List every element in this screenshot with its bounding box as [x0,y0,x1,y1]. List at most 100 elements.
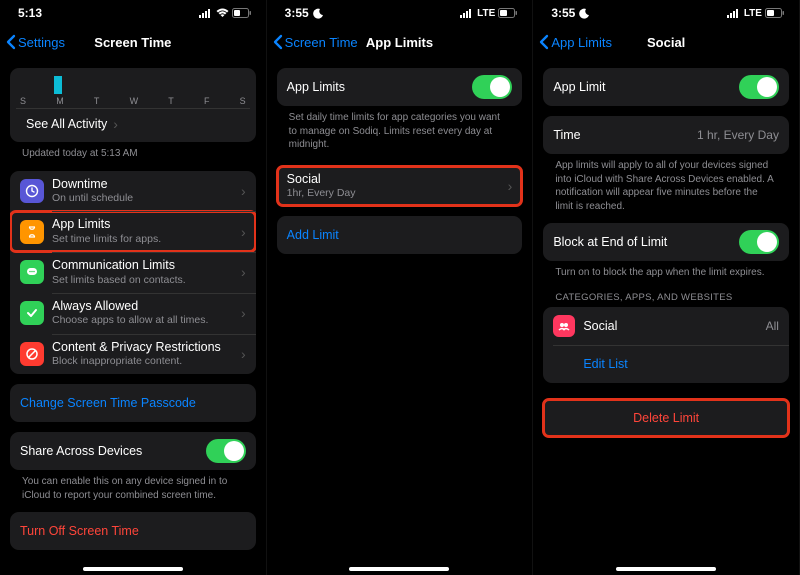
add-limit-group: Add Limit [277,216,523,254]
downtime-sub: On until schedule [52,192,235,205]
battery-icon [765,8,785,18]
block-group: Block at End of Limit [543,223,789,261]
always-allowed-row[interactable]: Always Allowed Choose apps to allow at a… [10,293,256,334]
dnd-moon-icon [313,8,324,19]
chart-day: F [204,96,210,106]
always-allowed-sub: Choose apps to allow at all times. [52,314,235,327]
screen-social-limit: 3:55 LTE App Limits Social App Limit Tim… [533,0,800,575]
turnoff-group: Turn Off Screen Time [10,512,256,550]
delete-limit-row[interactable]: Delete Limit [543,399,789,437]
home-indicator[interactable] [616,567,716,571]
time-footer: App limits will apply to all of your dev… [543,154,789,213]
downtime-row[interactable]: Downtime On until schedule › [10,171,256,212]
downtime-label: Downtime [52,177,235,193]
screen-screen-time: 5:13 Settings Screen Time S M T W T F [0,0,267,575]
navbar: Settings Screen Time [0,26,266,58]
share-toggle[interactable] [206,439,246,463]
back-button[interactable]: Settings [0,34,65,50]
app-limits-label: App Limits [52,217,235,233]
status-bar: 3:55 LTE [267,0,533,26]
social-category-icon [553,315,575,337]
activity-chart [20,74,246,94]
app-limit-label: App Limit [553,80,605,94]
social-category-row[interactable]: Social All [543,307,789,345]
time-value: 1 hr, Every Day [697,128,779,142]
time-group: Time 1 hr, Every Day [543,116,789,154]
change-passcode-row[interactable]: Change Screen Time Passcode [10,384,256,422]
app-limits-toggle-row[interactable]: App Limits [277,68,523,106]
content-privacy-label: Content & Privacy Restrictions [52,340,235,356]
chart-day-labels: S M T W T F S [16,96,250,108]
chart-bar [54,76,62,94]
chart-day: W [130,96,139,106]
social-label: Social [287,172,502,188]
edit-list-label: Edit List [583,357,627,371]
see-all-activity-label: See All Activity [26,117,107,131]
home-indicator[interactable] [349,567,449,571]
app-limits-sub: Set time limits for apps. [52,233,235,246]
communication-sub: Set limits based on contacts. [52,274,235,287]
app-limit-toggle-group: App Limit [543,68,789,106]
block-label: Block at End of Limit [553,235,667,249]
share-group: Share Across Devices [10,432,256,470]
content-privacy-sub: Block inappropriate content. [52,355,235,368]
home-indicator[interactable] [83,567,183,571]
add-limit-row[interactable]: Add Limit [277,216,523,254]
see-all-activity-row[interactable]: See All Activity › [16,108,250,138]
chevron-left-icon [273,34,283,50]
back-button[interactable]: Screen Time [267,34,358,50]
signal-icon [199,8,213,18]
chevron-left-icon [539,34,549,50]
chart-day: T [94,96,100,106]
downtime-icon [20,179,44,203]
content-privacy-row[interactable]: Content & Privacy Restrictions Block ina… [10,334,256,375]
turn-off-screen-time-row[interactable]: Turn Off Screen Time [10,512,256,550]
time-row[interactable]: Time 1 hr, Every Day [543,116,789,154]
back-button[interactable]: App Limits [533,34,612,50]
chart-day: M [56,96,64,106]
status-bar: 3:55 LTE [533,0,799,26]
settings-list-group: Downtime On until schedule › App Limits … [10,171,256,375]
chevron-right-icon: › [241,224,246,240]
chevron-right-icon: › [241,264,246,280]
app-limits-toggle-group: App Limits [277,68,523,106]
app-limit-toggle[interactable] [739,75,779,99]
share-footer: You can enable this on any device signed… [10,470,256,502]
time-label: Time [553,128,580,142]
chart-day: S [240,96,246,106]
chevron-right-icon: › [241,346,246,362]
chart-day: S [20,96,26,106]
always-allowed-label: Always Allowed [52,299,235,315]
share-label: Share Across Devices [20,444,142,458]
battery-icon [498,8,518,18]
app-limits-row[interactable]: App Limits Set time limits for apps. › [10,211,256,252]
screen-app-limits: 3:55 LTE Screen Time App Limits App Limi… [267,0,534,575]
block-footer: Turn on to block the app when the limit … [543,261,789,280]
delete-group: Delete Limit [543,399,789,437]
network-label: LTE [477,8,495,19]
turn-off-label: Turn Off Screen Time [20,524,139,538]
back-label: App Limits [551,35,612,50]
social-limit-row[interactable]: Social 1hr, Every Day › [277,166,523,207]
app-limits-toggle[interactable] [472,75,512,99]
back-label: Screen Time [285,35,358,50]
chevron-right-icon: › [508,178,513,194]
chevron-right-icon: › [113,116,118,132]
passcode-group: Change Screen Time Passcode [10,384,256,422]
status-right: LTE [460,8,518,19]
updated-text: Updated today at 5:13 AM [10,142,256,161]
block-toggle[interactable] [739,230,779,254]
status-bar: 5:13 [0,0,266,26]
status-right: LTE [727,8,785,19]
social-category-label: Social [583,319,617,333]
chevron-right-icon: › [241,183,246,199]
wifi-icon [216,8,229,18]
communication-limits-row[interactable]: Communication Limits Set limits based on… [10,252,256,293]
change-passcode-label: Change Screen Time Passcode [20,396,196,410]
share-across-devices-row[interactable]: Share Across Devices [10,432,256,470]
edit-list-row[interactable]: Edit List [543,345,789,383]
social-sub: 1hr, Every Day [287,187,502,200]
app-limit-toggle-row[interactable]: App Limit [543,68,789,106]
block-end-limit-row[interactable]: Block at End of Limit [543,223,789,261]
status-right [199,8,252,18]
